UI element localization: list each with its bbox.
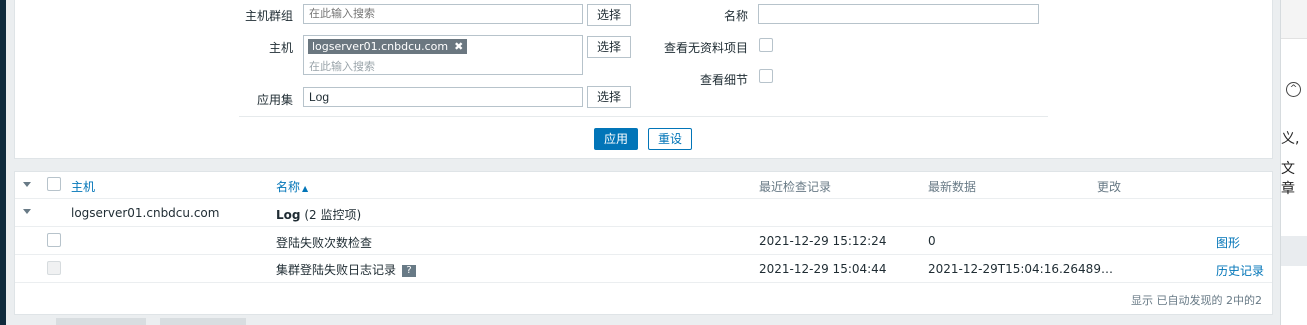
help-icon[interactable]: ? [402,264,417,277]
row-checkbox[interactable] [47,261,61,275]
host-groups-label: 主机群组 [244,9,293,23]
reset-button[interactable]: 重设 [648,128,692,150]
adjacent-text: 义, [1281,131,1300,147]
adjacent-window-header [1281,0,1307,39]
left-sidebar [0,0,6,325]
table-row: 登陆失败次数检查 2021-12-29 15:12:24 0 图形 [15,227,1272,255]
application-select-button[interactable]: 选择 [587,86,631,108]
bottom-control [160,318,246,325]
group-host: logserver01.cnbdcu.com [71,206,220,220]
show-details-checkbox[interactable] [759,69,773,83]
show-details-label: 查看细节 [699,73,748,87]
collapse-group-icon[interactable] [23,209,31,214]
host-tag-label: logserver01.cnbdcu.com [312,40,449,53]
host-tag: logserver01.cnbdcu.com ✖ [308,39,468,54]
adjacent-window: ^ 义, 文章 [1280,0,1307,325]
group-item-count: (2 监控项) [304,208,362,222]
column-host[interactable]: 主机 [71,178,95,195]
item-last-value: 0 [928,234,936,248]
host-groups-input[interactable] [303,4,583,24]
group-row: logserver01.cnbdcu.com Log (2 监控项) [15,199,1272,227]
column-last-value: 最新数据 [928,180,977,194]
application-label: 应用集 [256,93,293,107]
table-footer: 显示 已自动发现的 2中的2 [1131,294,1262,307]
table-row: 集群登陆失败日志记录? 2021-12-29 15:04:44 2021-12-… [15,255,1272,283]
adjacent-text: 文章 [1281,161,1295,197]
graph-link[interactable]: 图形 [1216,234,1240,251]
history-link[interactable]: 历史记录 [1216,262,1264,279]
host-groups-select-button[interactable]: 选择 [587,4,631,26]
item-last-value: 2021-12-29T15:04:16.26489… [928,262,1113,276]
column-name[interactable]: 名称 ▲ [276,178,308,195]
hosts-multiselect[interactable]: logserver01.cnbdcu.com ✖ 在此输入搜索 [303,35,583,75]
column-change: 更改 [1097,180,1122,194]
remove-tag-icon[interactable]: ✖ [454,40,463,53]
sort-asc-icon: ▲ [302,184,309,193]
name-input[interactable] [758,4,1039,24]
column-name-label: 名称 [276,180,301,194]
group-app: Log (2 监控项) [276,206,361,223]
item-last-check: 2021-12-29 15:12:24 [759,234,887,248]
item-name-label: 集群登陆失败日志记录 [276,263,397,277]
show-no-data-label: 查看无资料项目 [663,41,748,55]
hosts-placeholder[interactable]: 在此输入搜索 [309,58,375,74]
collapse-all-icon[interactable] [23,182,31,187]
item-last-check: 2021-12-29 15:04:44 [759,262,887,276]
chevron-up-icon[interactable]: ^ [1286,82,1301,97]
row-checkbox[interactable] [47,233,61,247]
latest-data-table: 主机 名称 ▲ 最近检查记录 最新数据 更改 logserver01.cnbdcu… [14,171,1273,315]
bottom-control [56,318,146,325]
adjacent-window-band [1281,236,1307,266]
hosts-label: 主机 [268,41,293,55]
filter-panel: 主机群组 选择 主机 logserver01.cnbdcu.com ✖ 在此输入搜… [14,0,1273,159]
item-name: 登陆失败次数检查 [276,236,373,250]
select-all-checkbox[interactable] [47,177,61,191]
name-label: 名称 [723,9,748,23]
application-input[interactable] [303,87,583,107]
item-name: 集群登陆失败日志记录? [276,261,417,278]
column-last-check: 最近检查记录 [759,180,832,194]
table-header: 主机 名称 ▲ 最近检查记录 最新数据 更改 [15,172,1272,199]
filter-divider [239,116,1048,117]
hosts-select-button[interactable]: 选择 [587,36,631,58]
apply-button[interactable]: 应用 [594,128,638,150]
show-no-data-checkbox[interactable] [759,38,773,52]
group-app-name: Log [276,208,301,222]
